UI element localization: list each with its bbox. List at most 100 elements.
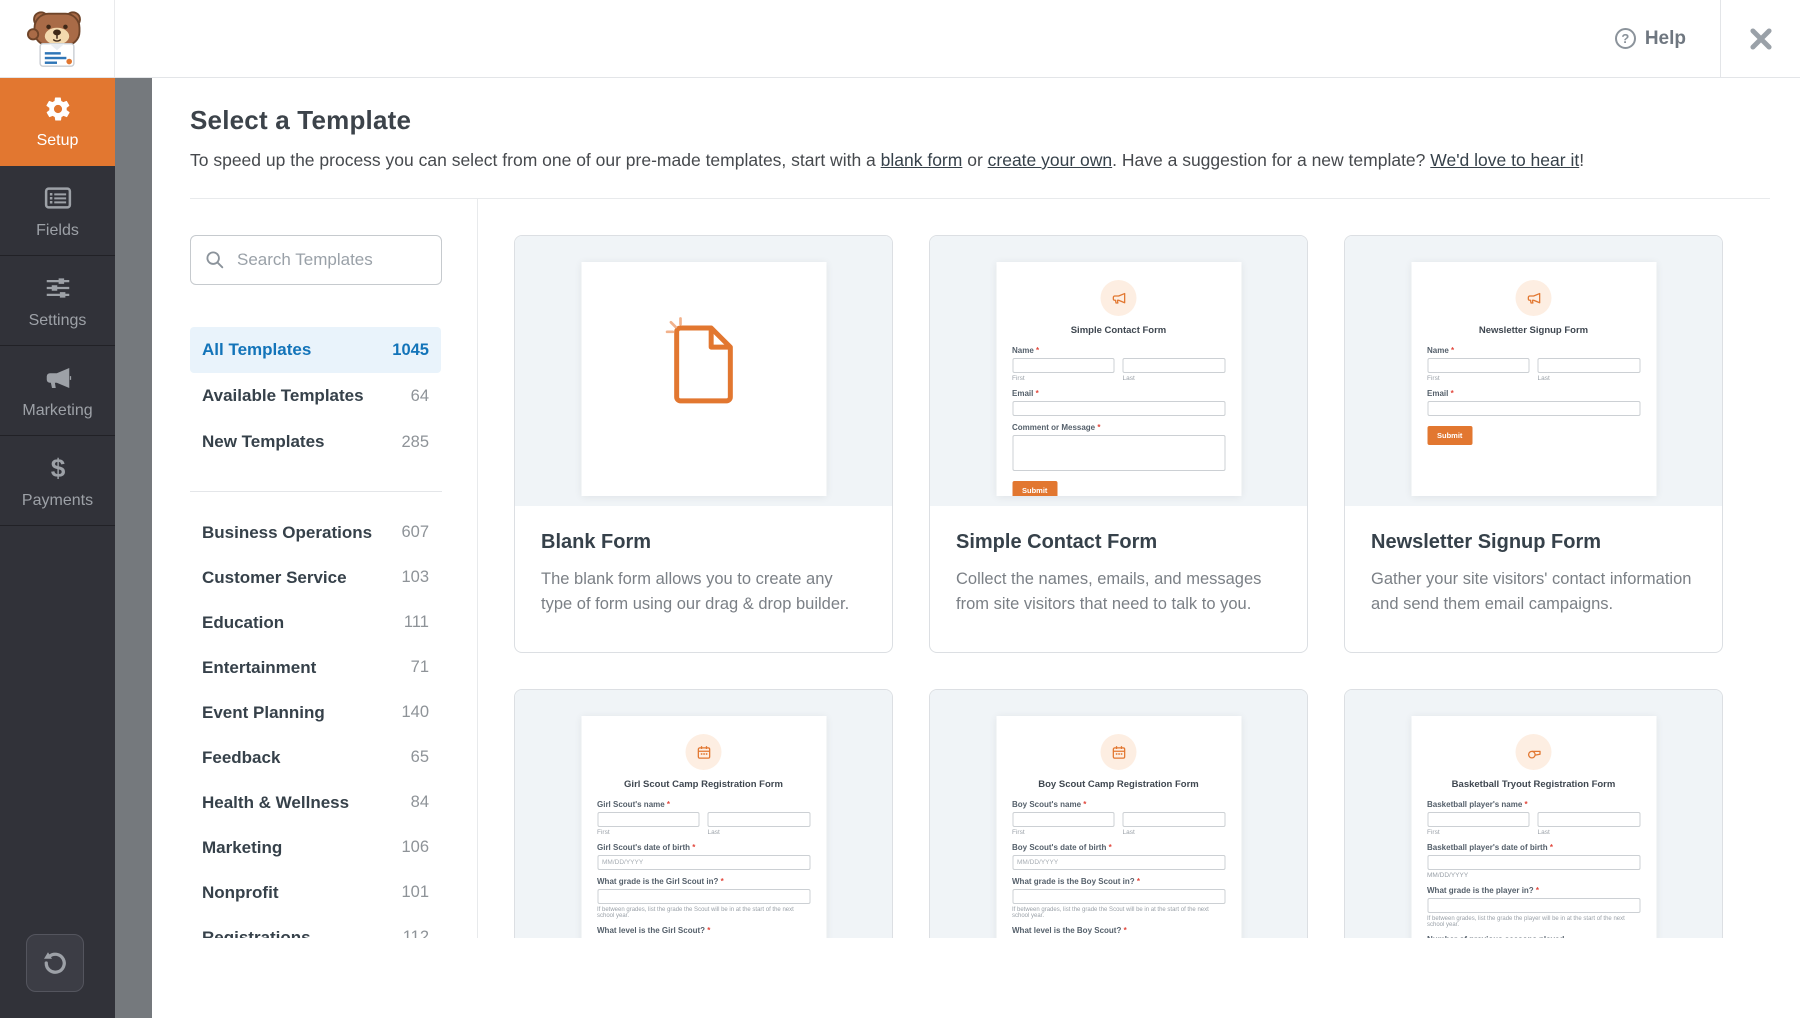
template-preview: Boy Scout Camp Registration Form Boy Sco… — [930, 690, 1307, 938]
category-count: 71 — [410, 658, 429, 676]
builder-header: ? Help — [0, 0, 1800, 78]
preview-field-label: Name * — [1012, 346, 1040, 355]
sidebar-item-label: Fields — [36, 222, 79, 239]
sidebar-item-fields[interactable]: Fields — [0, 166, 115, 256]
search-templates-input[interactable] — [190, 235, 442, 285]
help-button[interactable]: ? Help — [1581, 0, 1720, 77]
required-asterisk: * — [1524, 800, 1528, 809]
filter-new-templates[interactable]: New Templates 285 — [190, 419, 441, 465]
required-asterisk: * — [1123, 926, 1127, 935]
history-button[interactable] — [26, 934, 84, 992]
preview-field-label: Basketball player's name * — [1427, 800, 1528, 809]
close-button[interactable] — [1720, 0, 1800, 77]
category-business-operations[interactable]: Business Operations 607 — [190, 510, 441, 555]
preview-field-label: What level is the Girl Scout? * — [597, 926, 711, 935]
create-your-own-link[interactable]: create your own — [988, 150, 1113, 170]
intro-part: . Have a suggestion for a new template? — [1112, 150, 1431, 170]
preview-field-label: Girl Scout's name * — [597, 800, 671, 809]
sidebar-item-setup[interactable]: Setup — [0, 78, 115, 166]
template-card-boy-scout-camp-registration-form[interactable]: Boy Scout Camp Registration Form Boy Sco… — [929, 689, 1308, 938]
megaphone-badge-icon — [1515, 280, 1552, 316]
category-label: Nonprofit — [202, 882, 279, 902]
preview-helper-text: If between grades, list the grade the Sc… — [1012, 907, 1209, 919]
category-entertainment[interactable]: Entertainment 71 — [190, 645, 441, 690]
template-categories: Business Operations 607 Customer Service… — [190, 510, 441, 939]
sidebar-item-settings[interactable]: Settings — [0, 256, 115, 346]
sidebar-item-marketing[interactable]: Marketing — [0, 346, 115, 436]
category-marketing[interactable]: Marketing 106 — [190, 825, 441, 870]
category-nonprofit[interactable]: Nonprofit 101 — [190, 870, 441, 915]
preview-input — [1012, 358, 1115, 373]
blank-form-link[interactable]: blank form — [881, 150, 963, 170]
required-asterisk: * — [1136, 877, 1141, 886]
header-spacer — [115, 0, 1581, 77]
template-card-girl-scout-camp-registration-form[interactable]: Girl Scout Camp Registration Form Girl S… — [514, 689, 893, 938]
sliders-icon — [43, 273, 73, 303]
template-description: Gather your site visitors' contact infor… — [1371, 570, 1692, 613]
whistle-badge-icon — [1515, 734, 1552, 770]
preview-textarea — [1012, 435, 1225, 471]
preview-sublabel: First — [1012, 375, 1025, 382]
required-asterisk: * — [1549, 843, 1553, 852]
required-asterisk: * — [707, 926, 711, 935]
template-title: Newsletter Signup Form — [1371, 531, 1602, 553]
template-card-basketball-tryout-registration-form[interactable]: Basketball Tryout Registration Form Bask… — [1344, 689, 1723, 938]
preview-sublabel: Last — [1537, 375, 1550, 382]
preview-sublabel: First — [1427, 375, 1440, 382]
required-asterisk: * — [720, 877, 724, 886]
filter-all-templates[interactable]: All Templates 1045 — [190, 327, 441, 373]
preview-field-label: Name * — [1427, 346, 1455, 355]
template-filter-panel: All Templates 1045 Available Templates 6… — [190, 199, 478, 938]
category-feedback[interactable]: Feedback 65 — [190, 735, 441, 780]
filter-available-templates[interactable]: Available Templates 64 — [190, 373, 441, 419]
svg-text:$: $ — [50, 453, 65, 483]
category-label: Education — [202, 612, 285, 632]
required-asterisk: * — [692, 843, 696, 852]
suggest-template-link[interactable]: We'd love to hear it — [1430, 150, 1579, 170]
category-customer-service[interactable]: Customer Service 103 — [190, 555, 441, 600]
category-label: Registrations — [202, 927, 311, 939]
preview-input — [1427, 898, 1640, 913]
template-preview-sheet: Boy Scout Camp Registration Form Boy Sco… — [996, 716, 1241, 938]
preview-field-label: Boy Scout's date of birth * — [1012, 843, 1112, 852]
preview-field-label: What grade is the Girl Scout in? * — [597, 877, 724, 886]
preview-input — [1012, 401, 1225, 416]
preview-field-label: What grade is the player in? * — [1427, 886, 1540, 895]
preview-input — [1427, 401, 1640, 416]
preview-form-title: Newsletter Signup Form — [1478, 325, 1589, 336]
template-description: Collect the names, emails, and messages … — [956, 570, 1262, 613]
template-preview: Basketball Tryout Registration Form Bask… — [1345, 690, 1722, 938]
filter-divider — [190, 491, 442, 492]
preview-input — [1012, 812, 1115, 827]
template-card-simple-contact-form[interactable]: Simple Contact Form Name * First Last Email… — [929, 235, 1308, 653]
preview-sublabel: First — [597, 829, 610, 836]
calendar-badge-icon — [685, 734, 722, 770]
category-event-planning[interactable]: Event Planning 140 — [190, 690, 441, 735]
category-label: Feedback — [202, 747, 281, 767]
template-info: Newsletter Signup Form Gather your site … — [1345, 506, 1722, 617]
category-registrations[interactable]: Registrations 112 — [190, 915, 441, 939]
sidebar-item-payments[interactable]: $ Payments — [0, 436, 115, 526]
history-icon — [44, 952, 66, 974]
preview-field-label: Girl Scout's date of birth * — [597, 843, 696, 852]
preview-field-label: Number of previous seasons played — [1427, 935, 1640, 938]
preview-form-title: Basketball Tryout Registration Form — [1451, 779, 1616, 790]
setup-panel: Select a Template To speed up the proces… — [152, 78, 1800, 1018]
template-browser: All Templates 1045 Available Templates 6… — [190, 199, 1800, 938]
template-description: The blank form allows you to create any … — [541, 570, 850, 613]
category-count: 101 — [401, 883, 429, 901]
preview-input — [1537, 812, 1640, 827]
template-card-newsletter-signup-form[interactable]: Newsletter Signup Form Name * First Last Em… — [1344, 235, 1723, 653]
category-count: 106 — [401, 838, 429, 856]
intro-part: To speed up the process you can select f… — [190, 150, 881, 170]
filter-count: 285 — [401, 432, 429, 451]
preview-input — [707, 812, 810, 827]
template-card-blank-form[interactable]: Blank Form The blank form allows you to … — [514, 235, 893, 653]
preview-input — [1012, 889, 1225, 904]
required-asterisk: * — [1450, 389, 1454, 398]
category-health-wellness[interactable]: Health & Wellness 84 — [190, 780, 441, 825]
preview-sublabel: First — [1012, 829, 1025, 836]
template-info: Blank Form The blank form allows you to … — [515, 506, 892, 617]
category-education[interactable]: Education 111 — [190, 600, 441, 645]
preview-field-label: Boy Scout's name * — [1012, 800, 1087, 809]
